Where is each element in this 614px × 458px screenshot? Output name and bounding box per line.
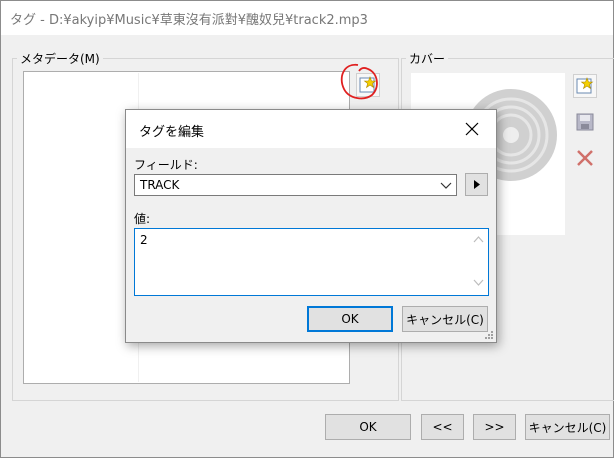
scroll-arrows-icon [473,236,484,286]
value-textarea[interactable]: 2 [134,228,489,296]
close-icon[interactable] [461,119,483,139]
dialog-cancel-button[interactable]: キャンセル(C) [402,306,488,332]
dialog-title-bar: タグを編集 [126,110,496,148]
field-value: TRACK [140,178,180,192]
new-star-icon [576,77,594,94]
field-combobox[interactable]: TRACK [134,174,457,196]
dialog-title: タグを編集 [139,125,205,140]
value-scrollbar[interactable] [470,230,487,294]
window-title: タグ - D:¥akyip¥Music¥草東沒有派對¥醜奴兒¥track2.mp… [10,13,368,28]
field-menu-button[interactable] [465,173,488,196]
resize-grip-icon[interactable] [484,330,494,340]
delete-x-icon [577,150,593,166]
delete-cover-button[interactable] [573,146,597,170]
cover-group-label: カバー [406,50,449,67]
metadata-group-label: メタデータ(M) [17,50,103,67]
edit-tag-dialog: タグを編集 フィールド: TRACK 値: 2 OK キャンセル(C) [125,109,497,343]
value-label: 値: [134,212,151,226]
play-arrow-icon [474,180,480,189]
cancel-button[interactable]: キャンセル(C) [525,414,610,440]
chevron-down-icon [440,182,452,189]
title-bar: タグ - D:¥akyip¥Music¥草東沒有派對¥醜奴兒¥track2.mp… [1,1,613,35]
next-button[interactable]: >> [473,414,516,440]
dialog-ok-button[interactable]: OK [307,306,393,332]
ok-button[interactable]: OK [325,414,411,440]
add-cover-button[interactable] [573,74,597,98]
prev-button[interactable]: << [421,414,464,440]
floppy-save-icon [576,113,594,131]
field-label: フィールド: [134,158,198,172]
red-annotation-circle [340,64,378,100]
value-text: 2 [140,233,148,247]
save-cover-button[interactable] [573,110,597,134]
